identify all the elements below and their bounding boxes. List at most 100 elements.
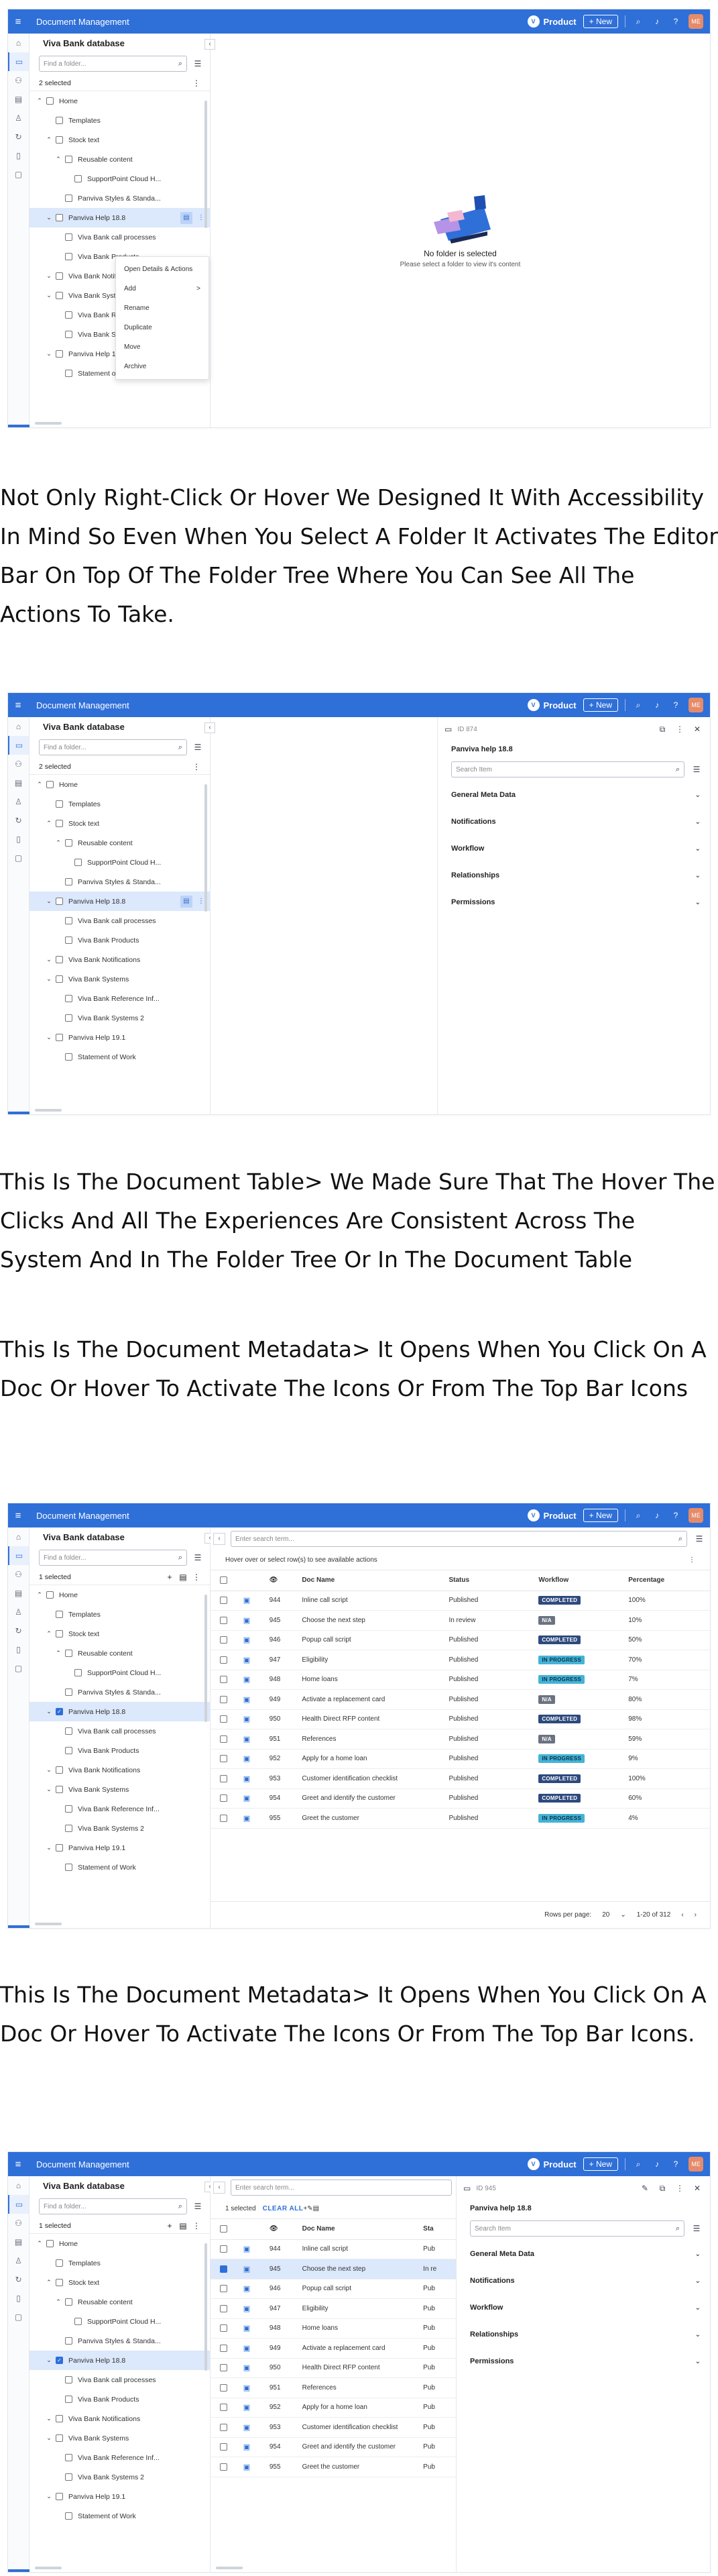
tree-row-checkbox[interactable] [56, 1786, 63, 1793]
tree-row[interactable]: Statement of Work [29, 2506, 210, 2526]
tree-row-checkbox[interactable] [46, 2240, 54, 2247]
tree-row-checkbox[interactable] [56, 1611, 63, 1618]
avatar[interactable]: ME [689, 698, 703, 712]
chevron-down-icon[interactable]: ⌄ [44, 214, 54, 221]
chevron-up-icon[interactable]: ⌃ [54, 2298, 63, 2306]
context-menu-item[interactable]: Rename [116, 299, 208, 318]
table-row[interactable]: ▣ 944 Inline call script Published COMPLETED… [211, 1591, 710, 1611]
row-checkbox[interactable] [220, 1676, 227, 1684]
chevron-down-icon[interactable]: ⌄ [44, 350, 54, 358]
chat-icon[interactable]: ▢ [8, 849, 29, 867]
open-external-icon[interactable]: ⧉ [656, 2184, 668, 2194]
tree-row[interactable]: SupportPoint Cloud H... [29, 169, 210, 189]
help-icon[interactable]: ? [670, 17, 682, 26]
tree-row-checkbox[interactable] [65, 311, 72, 319]
search-icon[interactable]: ⌕ [632, 17, 644, 27]
chevron-up-icon[interactable]: ⌃ [44, 2279, 54, 2286]
tree-row[interactable]: Templates [29, 2253, 210, 2273]
table-row[interactable]: ▣ 946 Popup call script Pub [211, 2279, 456, 2299]
metadata-section[interactable]: General Meta Data ⌄ [438, 782, 710, 808]
table-row[interactable]: ▣ 944 Inline call script Pub [211, 2239, 456, 2259]
row-checkbox[interactable] [220, 1774, 227, 1782]
chevron-down-icon[interactable]: ⌄ [44, 1034, 54, 1041]
users-icon[interactable]: ⚇ [8, 755, 29, 773]
row-checkbox-cell[interactable] [211, 2437, 243, 2457]
tree-row-checkbox[interactable] [65, 2376, 72, 2383]
search-icon[interactable]: ⌕ [632, 700, 644, 710]
filter-icon[interactable]: ☰ [690, 765, 703, 774]
metadata-section[interactable]: Permissions ⌄ [438, 889, 710, 916]
tree-row-checkbox[interactable] [56, 272, 63, 280]
table-row[interactable]: ▣ 945 Choose the next step In review N/A 10% [211, 1610, 710, 1631]
edit-icon[interactable]: ✎ [639, 2184, 651, 2193]
tree-row-checkbox[interactable] [56, 1844, 63, 1851]
table-row[interactable]: ▣ 955 Greet the customer Published IN PROGRE… [211, 1808, 710, 1829]
home-icon[interactable]: ⌂ [8, 717, 29, 736]
tree-row-checkbox[interactable] [65, 1650, 72, 1657]
tree-row[interactable]: ⌃ Home [29, 91, 210, 111]
tree-row[interactable]: ⌃ Stock text [29, 1624, 210, 1644]
more-icon[interactable]: ⋮ [674, 2184, 686, 2193]
metadata-section[interactable]: Workflow ⌄ [438, 835, 710, 862]
open-external-icon[interactable]: ⧉ [656, 724, 668, 735]
document-search-input[interactable]: Enter search term... [231, 2180, 452, 2196]
tree-row[interactable]: Viva Bank Systems 2 [29, 1008, 210, 1028]
row-checkbox[interactable] [220, 1656, 227, 1664]
search-icon[interactable]: ⌕ [178, 1554, 182, 1562]
row-checkbox[interactable] [220, 2245, 227, 2253]
table-row[interactable]: ▣ 954 Greet and identify the customer Pub [211, 2437, 456, 2457]
help-icon[interactable]: ? [670, 1511, 682, 1520]
row-checkbox-cell[interactable] [211, 1610, 243, 1631]
tree-row[interactable]: ⌄ Viva Bank Notifications [29, 2409, 210, 2428]
row-checkbox-cell[interactable] [211, 1729, 243, 1750]
chevron-up-icon[interactable]: ⌃ [35, 2240, 44, 2247]
tree-search-input[interactable]: Find a folder... ⌕ [39, 739, 187, 755]
add-icon[interactable]: + [163, 2221, 176, 2231]
filter-icon[interactable]: ☰ [191, 1553, 204, 1562]
tree-row[interactable]: ⌄ Viva Bank Systems [29, 1780, 210, 1799]
help-icon[interactable]: ? [670, 700, 682, 710]
tree-row[interactable]: ⌄ ✓ Panviva Help 18.8 [29, 2351, 210, 2370]
tree-row[interactable]: Viva Bank Reference Inf... [29, 2448, 210, 2467]
more-icon[interactable]: ⋮ [190, 762, 203, 771]
filter-icon[interactable]: ☰ [191, 59, 204, 68]
bell-icon[interactable]: ♪ [651, 1511, 663, 1520]
folder-icon[interactable]: ▭ [8, 52, 29, 71]
tree-row-checkbox[interactable] [65, 1053, 72, 1061]
tree-row[interactable]: Statement of Work [29, 1047, 210, 1067]
chevron-down-icon[interactable]: ⌄ [44, 1844, 54, 1851]
tree-row[interactable]: ⌄ Panviva Help 18.8 ▤ ⋮ [29, 892, 210, 911]
metadata-section[interactable]: Permissions ⌄ [457, 2348, 710, 2375]
avatar[interactable]: ME [689, 1508, 703, 1523]
metadata-section[interactable]: Relationships ⌄ [457, 2321, 710, 2348]
document-icon[interactable]: ▯ [8, 146, 29, 165]
row-checkbox-cell[interactable] [211, 2298, 243, 2319]
home-icon[interactable]: ⌂ [8, 2176, 29, 2195]
rows-per-page-select[interactable]: 20 [602, 1911, 609, 1919]
more-icon[interactable]: ⋮ [190, 78, 203, 88]
tree-row-checkbox[interactable] [65, 1727, 72, 1735]
context-menu-item[interactable]: Move [116, 337, 208, 357]
details-icon[interactable]: ▤ [180, 895, 192, 908]
tree-row-checkbox[interactable] [56, 117, 63, 124]
row-checkbox[interactable] [220, 2324, 227, 2332]
tree-row-checkbox[interactable] [65, 1805, 72, 1813]
document-icon[interactable]: ▯ [8, 1640, 29, 1659]
table-row[interactable]: ▣ 949 Activate a replacement card Pub [211, 2338, 456, 2359]
avatar[interactable]: ME [689, 14, 703, 29]
tree-row-checkbox[interactable] [56, 2493, 63, 2500]
tree-row-checkbox[interactable] [65, 878, 72, 885]
tree-row-checkbox[interactable] [65, 331, 72, 338]
tree-row-checkbox[interactable] [65, 253, 72, 260]
tree-row-checkbox[interactable] [65, 2396, 72, 2403]
row-checkbox-cell[interactable] [211, 2338, 243, 2359]
chevron-down-icon[interactable]: ⌄ [44, 975, 54, 983]
chevron-up-icon[interactable]: ⌃ [44, 820, 54, 827]
search-icon[interactable]: ⌕ [178, 60, 182, 68]
close-icon[interactable]: ✕ [691, 724, 703, 734]
row-checkbox[interactable] [220, 2423, 227, 2431]
tree-search-input[interactable]: Find a folder... ⌕ [39, 2198, 187, 2214]
table-row[interactable]: ▣ 949 Activate a replacement card Published… [211, 1689, 710, 1710]
product-switcher[interactable]: V Product [527, 1509, 577, 1521]
tree-row[interactable]: SupportPoint Cloud H... [29, 2312, 210, 2331]
